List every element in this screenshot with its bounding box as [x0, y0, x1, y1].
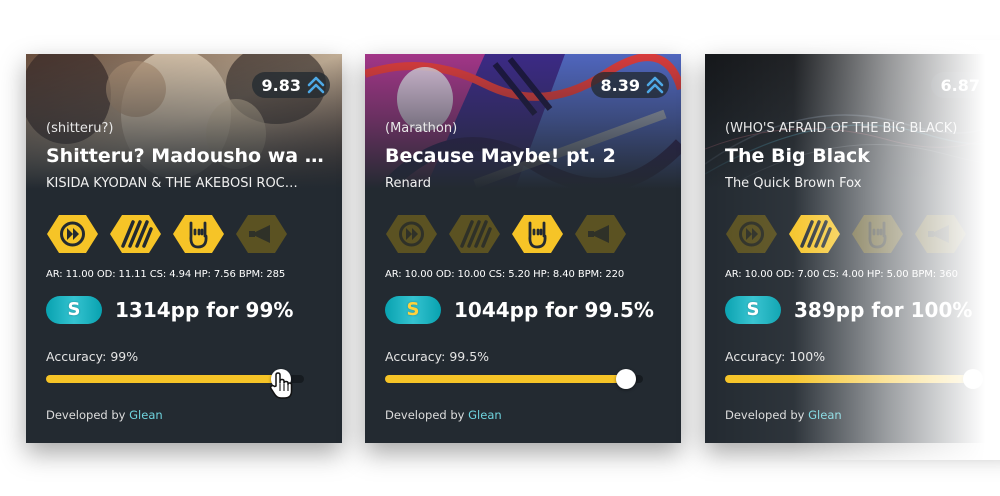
accuracy-slider-fill [385, 375, 627, 383]
developer-link[interactable]: Glean [808, 408, 842, 422]
flashlight-icon[interactable] [235, 214, 288, 254]
beatmap-stats: AR: 10.00 OD: 7.00 CS: 4.00 HP: 5.00 BPM… [725, 269, 958, 280]
mods-row [46, 214, 288, 254]
rock-hand-icon[interactable] [851, 214, 904, 254]
beatmap-card: 6.87 (WHO'S AFRAID OF THE BIG BLACK) The… [705, 54, 1000, 443]
footer-credit: Developed by Glean [46, 408, 163, 422]
star-rating: 9.83 [251, 72, 330, 98]
beatmap-source: (Marathon) [385, 121, 458, 136]
beatmap-artist: The Quick Brown Fox [725, 176, 862, 191]
beatmap-artist: KISIDA KYODAN & THE AKEBOSI ROCKETS [46, 176, 304, 191]
accuracy-slider-thumb[interactable] [616, 369, 637, 389]
hard-rock-icon[interactable] [109, 214, 162, 254]
flashlight-icon[interactable] [574, 214, 627, 254]
beatmap-source: (shitteru?) [46, 121, 114, 136]
beatmap-stats: AR: 11.00 OD: 11.11 CS: 4.94 HP: 7.56 BP… [46, 269, 286, 280]
footer-prefix: Developed by [46, 408, 130, 422]
rank-badge: S [46, 296, 102, 324]
beatmap-card: 9.83 (shitteru?) Shitteru? Madousho wa D… [26, 54, 342, 443]
pp-value: 1314pp for 99% [115, 298, 294, 322]
beatmap-title: Shitteru? Madousho wa Danzai no Kakushin [46, 145, 332, 167]
rank-badge: S [385, 296, 441, 324]
accuracy-label: Accuracy: 99% [46, 349, 139, 364]
accuracy-label: Accuracy: 99.5% [385, 349, 490, 364]
double-chevron-up-icon [646, 76, 664, 94]
mods-row [725, 214, 967, 254]
accuracy-label: Accuracy: 100% [725, 349, 826, 364]
footer-credit: Developed by Glean [725, 408, 842, 422]
footer-prefix: Developed by [385, 408, 469, 422]
accuracy-slider[interactable] [725, 369, 983, 389]
developer-link[interactable]: Glean [468, 408, 502, 422]
pp-value: 389pp for 100% [794, 298, 973, 322]
rank-letter: S [746, 299, 760, 320]
beatmap-title: Because Maybe! pt. 2 [385, 145, 616, 167]
beatmap-card: 8.39 (Marathon) Because Maybe! pt. 2 Ren… [365, 54, 681, 443]
hard-rock-icon[interactable] [788, 214, 841, 254]
footer-prefix: Developed by [725, 408, 809, 422]
star-rating-value: 8.39 [600, 75, 640, 95]
hard-rock-icon[interactable] [448, 214, 501, 254]
pp-value: 1044pp for 99.5% [454, 298, 654, 322]
accuracy-slider-fill [46, 375, 281, 383]
rank-letter: S [406, 299, 420, 320]
rank-badge: S [725, 296, 781, 324]
accuracy-slider[interactable] [385, 369, 643, 389]
double-time-icon[interactable] [46, 214, 99, 254]
beatmap-artist: Renard [385, 176, 432, 191]
checkmark-icon [986, 80, 1000, 93]
footer-credit: Developed by Glean [385, 408, 502, 422]
accuracy-slider-fill [725, 375, 973, 383]
rock-hand-icon[interactable] [511, 214, 564, 254]
star-rating: 6.87 [930, 72, 1000, 98]
double-time-icon[interactable] [725, 214, 778, 254]
developer-link[interactable]: Glean [129, 408, 163, 422]
rank-letter: S [67, 299, 81, 320]
star-rating-value: 6.87 [940, 75, 980, 95]
accuracy-slider[interactable] [46, 369, 304, 389]
mods-row [385, 214, 627, 254]
beatmap-title: The Big Black [725, 145, 870, 167]
star-rating: 8.39 [590, 72, 669, 98]
rock-hand-icon[interactable] [172, 214, 225, 254]
double-chevron-up-icon [307, 76, 325, 94]
hand-pointer-cursor-icon [269, 372, 293, 399]
double-time-icon[interactable] [385, 214, 438, 254]
star-rating-value: 9.83 [261, 75, 301, 95]
flashlight-icon[interactable] [914, 214, 967, 254]
accuracy-slider-thumb[interactable] [962, 369, 983, 389]
beatmap-source: (WHO'S AFRAID OF THE BIG BLACK) [725, 121, 958, 136]
beatmap-stats: AR: 10.00 OD: 10.00 CS: 5.20 HP: 8.40 BP… [385, 269, 625, 280]
